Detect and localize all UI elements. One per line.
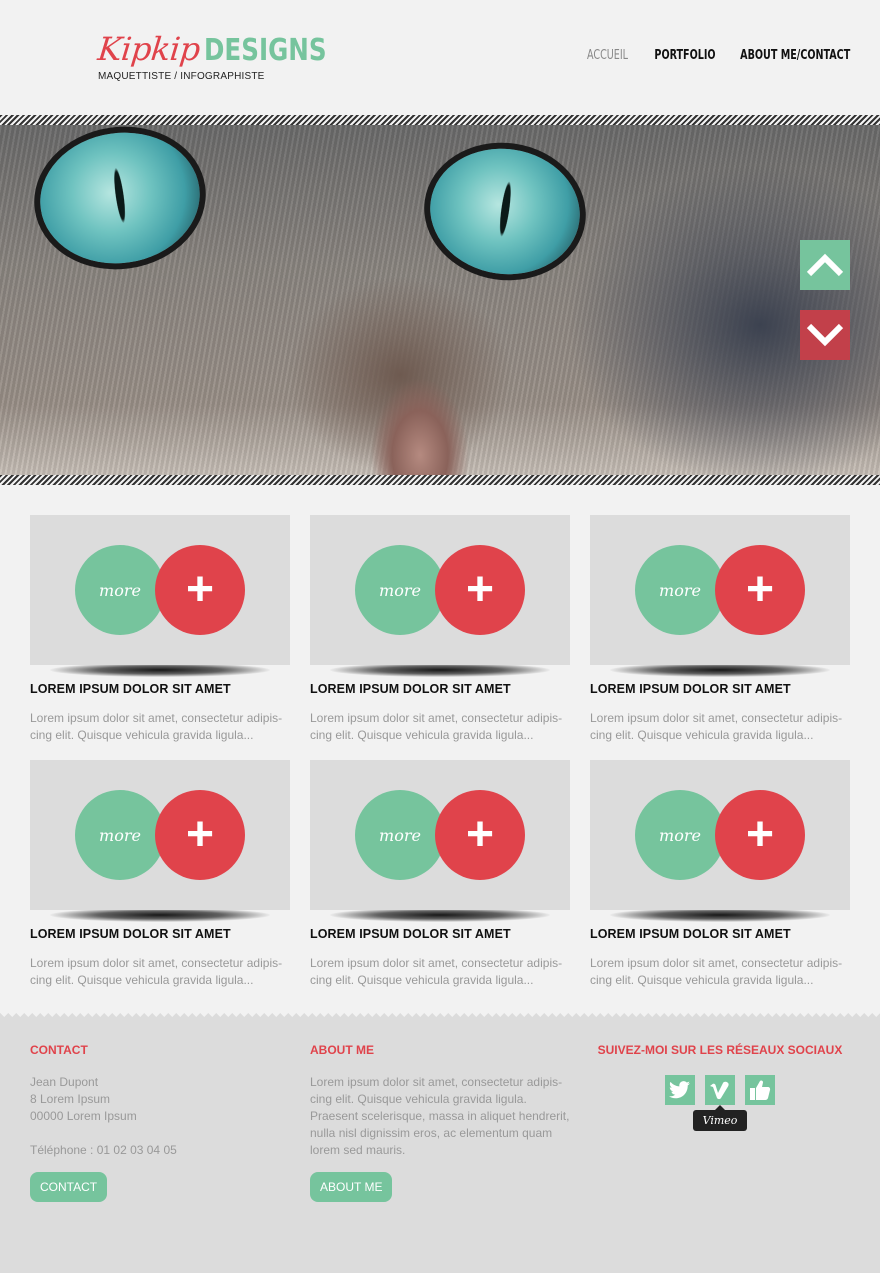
card-thumbnail: more + [590,515,850,677]
card-shadow [50,663,270,677]
card-text: Lorem ipsum dolor sit amet, consectetur … [310,956,563,987]
portfolio-card: more + LOREM IPSUM DOLOR SIT AMET Lorem … [310,760,570,989]
header: KipkipDESIGNS MAQUETTISTE / INFOGRAPHIST… [0,0,880,115]
card-thumbnail: more + [30,760,290,922]
more-button[interactable]: more [635,545,725,635]
card-title: LOREM IPSUM DOLOR SIT AMET [590,682,791,696]
card-shadow [50,908,270,922]
card-title: LOREM IPSUM DOLOR SIT AMET [310,682,511,696]
contact-title: CONTACT [30,1043,88,1057]
vimeo-tooltip: Vimeo [693,1105,747,1131]
portfolio-card: more + LOREM IPSUM DOLOR SIT AMET Lorem … [590,515,850,744]
contact-address-1: 8 Lorem Ipsum [30,1092,111,1106]
card-title: LOREM IPSUM DOLOR SIT AMET [310,927,511,941]
twitter-icon[interactable] [665,1075,695,1105]
like-icon[interactable] [745,1075,775,1105]
plus-button[interactable]: + [715,545,805,635]
card-shadow [330,908,550,922]
slider-next-button[interactable] [800,310,850,360]
contact-phone: Téléphone : 01 02 03 04 05 [30,1143,177,1157]
card-text: Lorem ipsum dolor sit amet, consectetur … [310,711,563,742]
social-icons [665,1075,775,1105]
social-title: SUIVEZ-MOI SUR LES RÉSEAUX SOCIAUX [597,1043,843,1057]
portfolio-card: more + LOREM IPSUM DOLOR SIT AMET Lorem … [310,515,570,744]
chevron-up-icon [806,253,844,277]
hero-slider [0,125,880,475]
card-title: LOREM IPSUM DOLOR SIT AMET [590,927,791,941]
nav-portfolio[interactable]: PORTFOLIO [655,48,716,63]
plus-button[interactable]: + [435,790,525,880]
portfolio-card: more + LOREM IPSUM DOLOR SIT AMET Lorem … [590,760,850,989]
logo-script: Kipkip [96,30,202,68]
contact-name: Jean Dupont [30,1075,99,1089]
footer-zigzag-edge [0,1013,880,1021]
cat-eye-right [422,139,588,284]
card-shadow [330,663,550,677]
hero-stripe-top [0,115,880,125]
card-text: Lorem ipsum dolor sit amet, consectetur … [590,711,843,742]
more-button[interactable]: more [75,790,165,880]
card-thumbnail: more + [590,760,850,922]
slider-prev-button[interactable] [800,240,850,290]
portfolio-card: more + LOREM IPSUM DOLOR SIT AMET Lorem … [30,515,290,744]
plus-button[interactable]: + [435,545,525,635]
card-text: Lorem ipsum dolor sit amet, consectetur … [30,711,283,742]
contact-button[interactable]: CONTACT [30,1172,108,1202]
plus-button[interactable]: + [155,545,245,635]
more-button[interactable]: more [355,790,445,880]
footer-contact: CONTACT Jean Dupont 8 Lorem Ipsum 00000 … [30,1043,290,1159]
plus-button[interactable]: + [715,790,805,880]
about-me-button[interactable]: ABOUT ME [310,1172,393,1202]
portfolio-card: more + LOREM IPSUM DOLOR SIT AMET Lorem … [30,760,290,989]
about-text: Lorem ipsum dolor sit amet, consectetur … [310,1075,570,1157]
plus-button[interactable]: + [155,790,245,880]
card-text: Lorem ipsum dolor sit amet, consectetur … [590,956,843,987]
logo[interactable]: KipkipDESIGNS [96,30,353,68]
card-shadow [610,908,830,922]
hero-stripe-bottom [0,475,880,485]
more-button[interactable]: more [355,545,445,635]
about-title: ABOUT ME [310,1043,374,1057]
more-button[interactable]: more [75,545,165,635]
vimeo-icon[interactable] [705,1075,735,1105]
cat-eye-left [31,125,209,274]
more-button[interactable]: more [635,790,725,880]
contact-details: Jean Dupont 8 Lorem Ipsum 00000 Lorem Ip… [30,1074,290,1159]
card-shadow [610,663,830,677]
logo-designs: DESIGNS [203,33,327,68]
contact-address-2: 00000 Lorem Ipsum [30,1109,137,1123]
nav-accueil[interactable]: ACCUEIL [587,48,628,63]
card-title: LOREM IPSUM DOLOR SIT AMET [30,682,231,696]
chevron-down-icon [806,323,844,347]
nav-about-contact[interactable]: ABOUT ME/CONTACT [740,48,850,63]
card-thumbnail: more + [30,515,290,677]
card-thumbnail: more + [310,515,570,677]
card-title: LOREM IPSUM DOLOR SIT AMET [30,927,231,941]
tagline: MAQUETTISTE / INFOGRAPHISTE [98,71,265,82]
footer-about: ABOUT ME Lorem ipsum dolor sit amet, con… [310,1043,570,1159]
card-text: Lorem ipsum dolor sit amet, consectetur … [30,956,283,987]
card-thumbnail: more + [310,760,570,922]
